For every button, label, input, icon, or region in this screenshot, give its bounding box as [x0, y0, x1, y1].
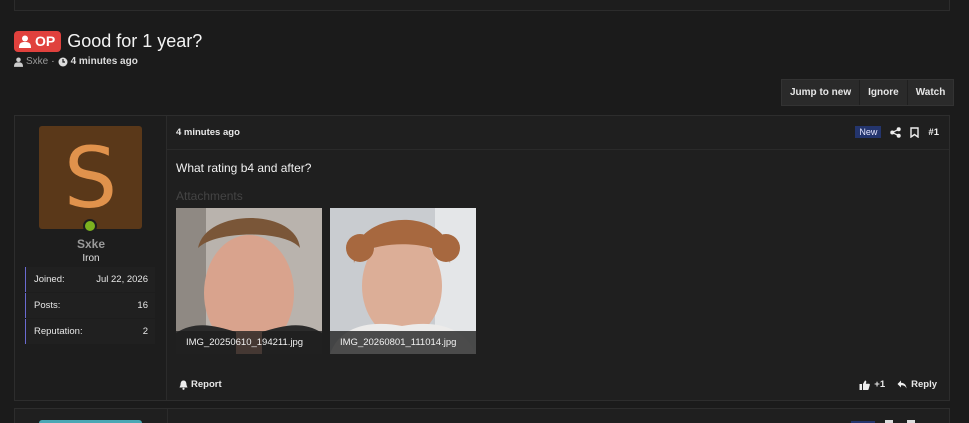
attachment-filename: IMG_20260801_111014.jpg	[330, 331, 476, 354]
post-username[interactable]: Sxke	[15, 237, 167, 251]
thread-title-row: OP Good for 1 year?	[14, 30, 202, 52]
avatar[interactable]: S	[39, 126, 142, 229]
thumbs-up-icon	[859, 380, 871, 390]
stat-reputation: Reputation: 2	[25, 319, 155, 344]
reply-icon	[897, 380, 907, 389]
stat-label: Reputation:	[34, 326, 83, 337]
bell-icon	[179, 380, 188, 390]
meta-separator: ·	[51, 56, 55, 67]
report-button[interactable]: Report	[179, 379, 222, 390]
ignore-button[interactable]: Ignore	[860, 80, 908, 105]
stat-posts: Posts: 16	[25, 293, 155, 318]
bookmark-icon[interactable]	[910, 126, 920, 138]
attachment-thumbnail[interactable]: IMG_20250610_194211.jpg	[176, 208, 322, 354]
thread-meta: Sxke · 4 minutes ago	[14, 56, 138, 67]
op-label: OP	[35, 33, 56, 49]
post-header-actions: New #1	[855, 126, 939, 138]
post-reactions: +1 Reply	[859, 379, 937, 390]
post-content: 4 minutes ago New #1 What rating b4 and …	[167, 116, 949, 400]
user-icon	[14, 57, 23, 67]
page-title: Good for 1 year?	[67, 30, 203, 51]
user-icon	[19, 35, 31, 48]
thread-author-link[interactable]: Sxke	[26, 56, 48, 67]
post-user-info: S Sxke Iron Joined: Jul 22, 2026 Posts: …	[15, 116, 167, 400]
attachment-thumbnail[interactable]: IMG_20260801_111014.jpg	[330, 208, 476, 354]
report-label: Report	[191, 379, 222, 390]
post-1: S Sxke Iron Joined: Jul 22, 2026 Posts: …	[14, 115, 950, 401]
post-footer: Report +1 Reply	[167, 370, 949, 400]
post-time[interactable]: 4 minutes ago	[176, 127, 240, 138]
stat-value: 2	[142, 326, 148, 337]
post-header: 4 minutes ago New #1	[167, 116, 949, 150]
clock-icon	[58, 57, 68, 66]
stat-value: Jul 22, 2026	[96, 274, 148, 285]
thread-time[interactable]: 4 minutes ago	[71, 56, 138, 67]
watch-button[interactable]: Watch	[908, 80, 954, 105]
thread-actions: Jump to new Ignore Watch	[781, 79, 955, 106]
reply-button[interactable]: Reply	[897, 379, 937, 390]
attachments-label: Attachments	[176, 189, 243, 203]
reply-label: Reply	[911, 379, 937, 390]
attachments-list: IMG_20250610_194211.jpg IMG_20260801_111…	[176, 208, 476, 354]
post-body: What rating b4 and after?	[176, 161, 312, 175]
new-badge: New	[855, 126, 882, 138]
stat-joined: Joined: Jul 22, 2026	[25, 267, 155, 292]
like-button[interactable]: +1	[859, 379, 885, 390]
post-2-partial	[14, 408, 950, 423]
post-number-link[interactable]: #1	[928, 127, 939, 138]
stat-label: Posts:	[34, 300, 61, 311]
like-count: +1	[874, 379, 886, 390]
share-icon[interactable]	[890, 126, 902, 138]
previous-block	[14, 0, 950, 11]
op-badge: OP	[14, 30, 62, 52]
jump-to-new-button[interactable]: Jump to new	[782, 80, 861, 105]
column-divider	[167, 409, 168, 423]
user-rank: Iron	[82, 253, 100, 264]
attachment-filename: IMG_20250610_194211.jpg	[176, 331, 322, 354]
online-status-dot	[83, 219, 97, 233]
stat-label: Joined:	[34, 274, 65, 285]
user-stats: Joined: Jul 22, 2026 Posts: 16 Reputatio…	[25, 267, 155, 345]
stat-value: 16	[137, 300, 148, 311]
